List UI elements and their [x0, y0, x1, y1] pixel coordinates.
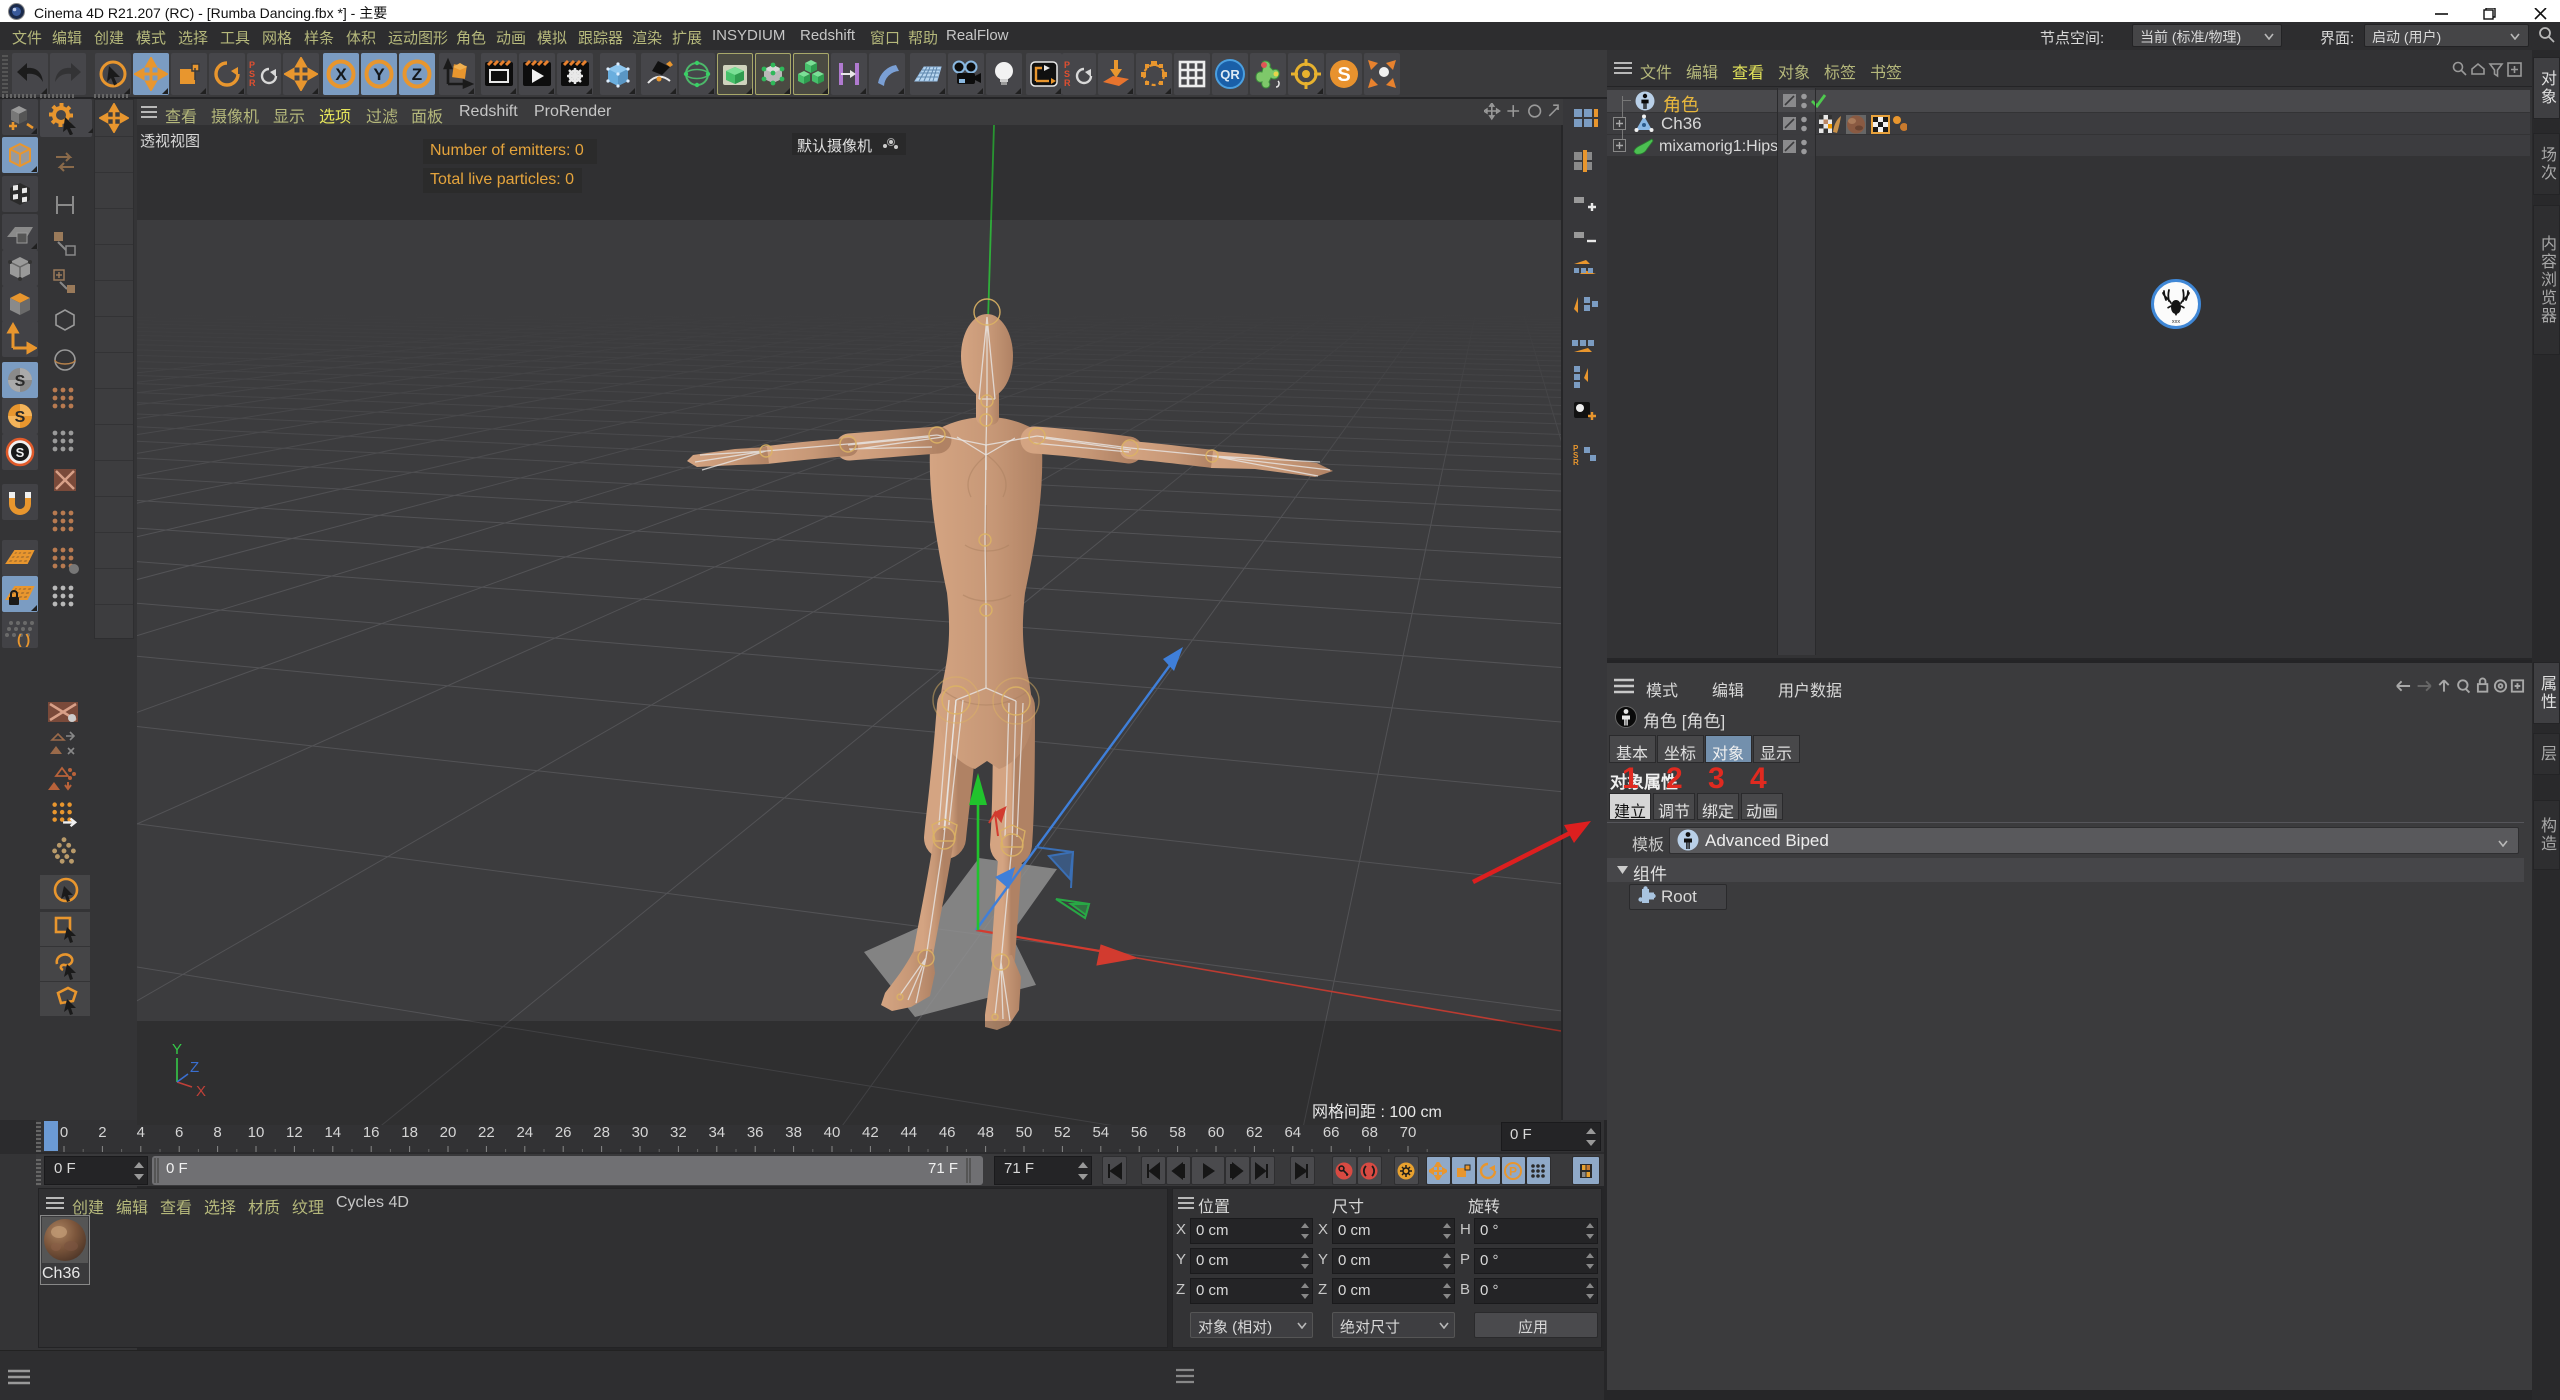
svg-text:R: R	[1573, 458, 1579, 467]
svg-text:xxx: xxx	[2172, 319, 2181, 325]
svg-text:P: P	[1509, 1165, 1517, 1179]
svg-text:S: S	[15, 373, 26, 390]
svg-text:X: X	[335, 65, 347, 84]
svg-text:Y: Y	[373, 65, 385, 84]
svg-text:R: R	[1064, 78, 1071, 88]
svg-text:Z: Z	[190, 1059, 199, 1076]
svg-text:Y: Y	[172, 1041, 182, 1058]
svg-text:S: S	[1337, 64, 1350, 86]
svg-text:S: S	[16, 445, 25, 460]
svg-text:( ): ( )	[17, 631, 30, 647]
svg-text:Z: Z	[412, 65, 422, 84]
svg-text:X: X	[196, 1083, 206, 1098]
svg-text:QR: QR	[1220, 67, 1240, 82]
svg-text:S: S	[15, 409, 26, 426]
svg-text:R: R	[249, 78, 256, 88]
